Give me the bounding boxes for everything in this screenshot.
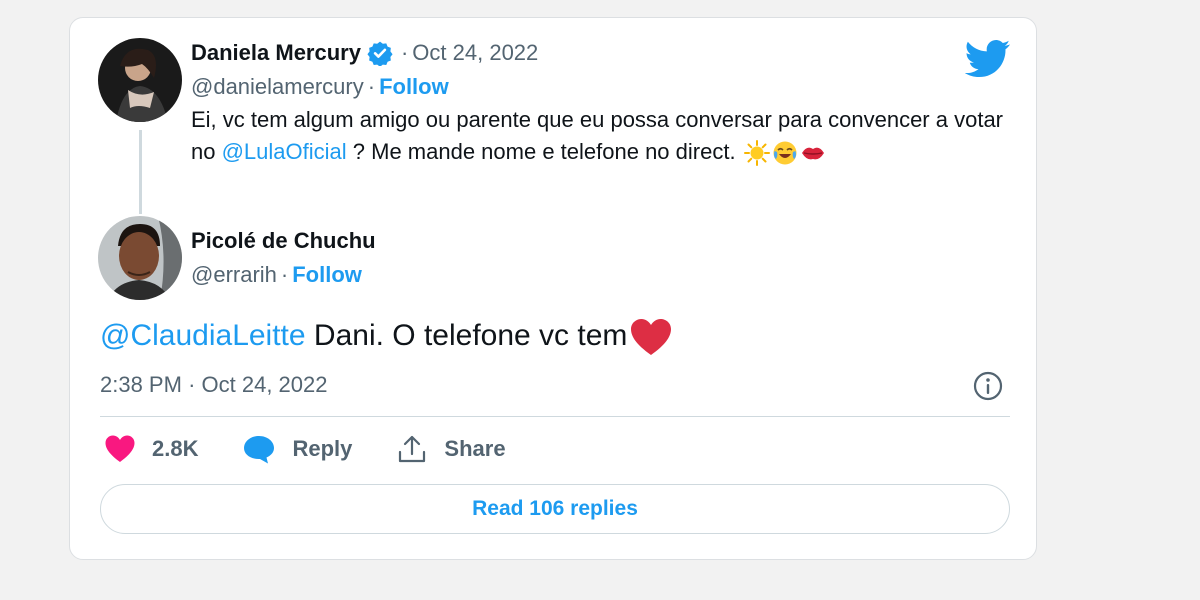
reply-handle[interactable]: @errarih — [191, 262, 277, 288]
like-count: 2.8K — [152, 436, 199, 461]
verified-badge-icon — [367, 41, 393, 66]
reply-tweet-text: @ClaudiaLeitte Dani. O telefone vc tem — [100, 316, 673, 357]
thread-connector-line — [139, 130, 142, 214]
action-bar: 2.8K Reply Share — [104, 434, 550, 464]
reply-bubble-icon — [244, 436, 275, 464]
follow-button-picole[interactable]: Follow — [292, 262, 362, 288]
reply-label: Reply — [292, 436, 353, 461]
reply-text-body: Dani. O telefone vc tem — [305, 319, 628, 352]
tweet-timestamp[interactable]: 2:38 PM · Oct 24, 2022 — [100, 372, 328, 398]
share-label: Share — [444, 436, 506, 461]
avatar-picole-de-chuchu[interactable] — [98, 216, 182, 300]
laughing-emoji-icon — [773, 141, 797, 165]
divider — [100, 416, 1010, 417]
reply-handle-row: @errarih · Follow — [191, 262, 362, 288]
read-replies-button[interactable]: Read 106 replies — [100, 484, 1010, 534]
twitter-bird-icon[interactable] — [965, 40, 1011, 78]
quoted-handle[interactable]: @danielamercury — [191, 74, 364, 100]
follow-button-daniela[interactable]: Follow — [379, 74, 449, 100]
share-button[interactable]: Share — [396, 434, 506, 464]
like-heart-icon — [105, 435, 135, 462]
heart-emoji-icon — [631, 319, 672, 356]
tweet-time: 2:38 PM — [100, 372, 182, 397]
reply-author-row: Picolé de Chuchu — [191, 228, 376, 254]
avatar-daniela-mercury[interactable] — [98, 38, 182, 122]
separator-dot: · — [367, 74, 376, 99]
quoted-author-name[interactable]: Daniela Mercury — [191, 40, 361, 66]
separator-dot: · — [280, 262, 289, 287]
tweet-embed-card: Daniela Mercury · Oct 24, 2022 @danielam… — [69, 17, 1037, 560]
reply-author-name[interactable]: Picolé de Chuchu — [191, 228, 376, 254]
quoted-handle-row: @danielamercury · Follow — [191, 74, 449, 100]
tweet-date: Oct 24, 2022 — [201, 372, 328, 397]
separator-dot: · — [188, 372, 196, 397]
quoted-date[interactable]: Oct 24, 2022 — [412, 40, 538, 66]
mention-claudialeitte[interactable]: @ClaudiaLeitte — [100, 319, 306, 352]
quoted-author-row: Daniela Mercury · Oct 24, 2022 — [191, 40, 538, 66]
sun-emoji-icon — [743, 140, 770, 167]
separator-dot: · — [400, 40, 409, 65]
info-icon[interactable] — [972, 370, 1004, 402]
kiss-emoji-icon — [801, 147, 824, 160]
like-button[interactable]: 2.8K — [104, 434, 198, 464]
reply-button[interactable]: Reply — [242, 434, 352, 464]
quoted-tweet-text: Ei, vc tem algum amigo ou parente que eu… — [191, 104, 1011, 168]
quoted-text-after: ? Me mande nome e telefone no direct. — [346, 139, 742, 164]
share-icon — [399, 435, 426, 463]
mention-lulaoficial[interactable]: @LulaOficial — [222, 139, 347, 164]
